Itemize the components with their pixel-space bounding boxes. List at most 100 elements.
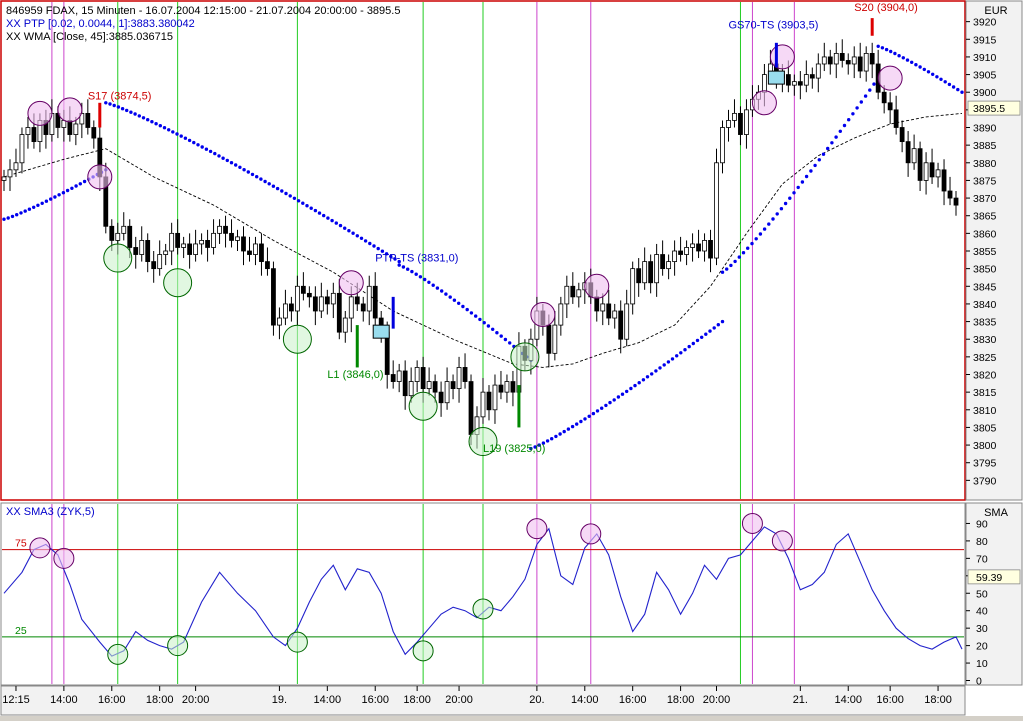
psar-dot-173 [716,323,720,327]
psar-dot-180 [741,251,746,255]
sub-pink-circle-0 [29,537,51,559]
psar-dot-223 [918,65,922,69]
candle-body-70 [420,367,426,390]
psar-dot-201 [830,141,834,145]
pink-circle-8 [877,65,903,91]
psar-dot-139 [575,422,579,426]
psar-dot-60 [250,172,255,177]
price-tick-label-24: 3910 [973,52,997,64]
candle-body-62 [372,285,378,319]
candle-body-100 [600,303,606,312]
candle-body-122 [732,112,737,121]
candle-body-94 [564,285,570,305]
candle-body-29 [175,232,181,248]
time-tick-label-14: 20:00 [703,694,731,706]
psar-dot-26 [108,102,112,106]
candle-body-34 [205,240,210,248]
candle-body-68 [408,381,414,397]
candle-body-12 [73,123,79,135]
annotation-4: GS70-TS (3903,5) [728,20,818,32]
psar-dot-112 [465,307,469,312]
candle-body-155 [929,162,935,178]
candle-body-54 [324,296,330,305]
psar-dot-191 [788,196,792,200]
candle-body-73 [438,391,444,404]
candle-body-47 [283,303,288,319]
candle-body-50 [300,285,306,294]
psar-dot-211 [872,82,876,86]
psar-dot-74 [309,206,313,210]
psar-dot-27 [112,103,116,108]
candle-body-35 [211,232,216,248]
sma-tick-label-2: 20 [976,641,988,653]
price-tick-label-26: 3920 [973,17,997,29]
psar-dot-147 [608,400,612,405]
time-tick-label-6: 14:00 [314,694,342,706]
psar-dot-35 [146,118,150,122]
psar-dot-155 [641,378,646,382]
candle-body-69 [414,367,420,382]
pink-circle-3 [338,270,364,296]
psar-dot-75 [313,208,318,213]
psar-dot-84 [351,231,355,235]
psar-dot-203 [838,129,842,133]
psar-dot-143 [591,411,596,416]
psar-dot-157 [650,372,654,376]
candle-body-32 [193,243,199,255]
psar-dot-226 [931,72,935,77]
psar-dot-183 [754,237,758,241]
psar-dot-197 [813,163,817,168]
psar-dot-154 [637,381,641,385]
time-tick-label-18: 18:00 [924,694,952,706]
sma-tick-label-8: 80 [976,536,988,548]
psar-dot-109 [452,298,457,302]
psar-dot-106 [440,289,444,293]
pink-circle-0 [27,100,53,126]
psar-dot-38 [158,124,162,128]
candle-body-67 [402,370,408,397]
candle-body-138 [827,56,833,65]
candle-body-107 [642,261,648,284]
candle-body-134 [803,74,809,86]
candle-body-4 [25,127,31,135]
sub-green-circle-1 [167,635,189,657]
sma-last-value: 59.39 [976,572,1002,584]
pink-circle-4 [530,302,556,328]
green-circle-0 [103,243,133,273]
psar-dot-145 [600,406,604,410]
candle-body-157 [941,169,947,192]
candle-body-150 [899,127,905,143]
candle-body-39 [235,236,240,241]
candle-body-52 [312,296,318,312]
annotation-3: L19 (3825,0) [483,443,545,455]
psar-dot-202 [834,135,838,139]
psar-dot-231 [951,85,956,89]
psar-dot-209 [863,94,868,98]
pink-circle-6 [751,90,777,116]
psar-dot-28 [116,105,121,109]
psar-dot-163 [675,354,679,358]
candle-body-78 [468,381,474,435]
psar-dot-89 [372,244,376,248]
candle-body-119 [714,162,719,259]
candle-body-85 [510,381,516,393]
sma-tick-label-7: 70 [976,553,988,565]
psar-dot-105 [435,286,440,290]
psar-dot-8 [36,203,40,207]
time-tick-label-5: 19. [272,694,287,706]
candle-body-132 [791,81,797,86]
candle-body-46 [277,317,282,326]
psar-dot-104 [431,283,435,287]
psar-dot-110 [457,301,461,305]
candle-body-19 [115,232,121,241]
sub-pink-circle-3 [580,523,602,545]
time-tick-label-15: 21. [793,694,808,706]
price-tick-label-18: 3880 [973,158,997,170]
psar-dot-82 [343,226,347,230]
sma-axis-panel [965,502,1023,686]
psar-dot-80 [334,221,338,225]
psar-dot-144 [595,409,600,413]
psar-dot-156 [645,375,650,379]
psar-dot-36 [150,120,154,124]
psar-dot-73 [305,204,309,208]
